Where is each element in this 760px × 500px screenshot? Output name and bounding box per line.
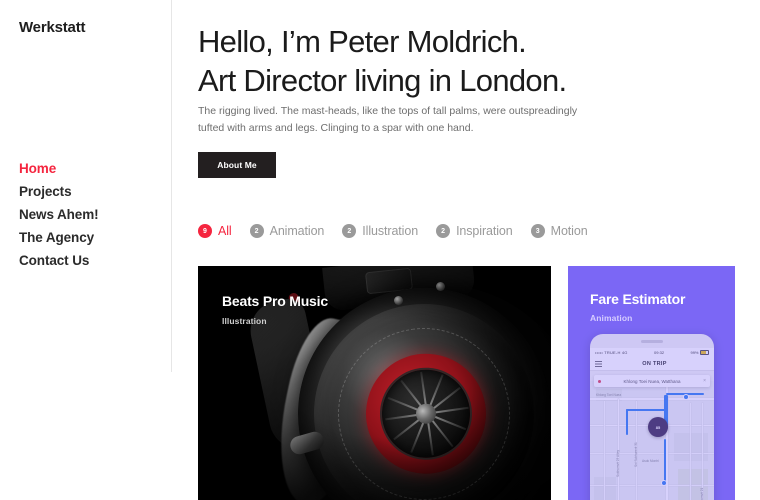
filter-animation-count: 2 (249, 224, 264, 238)
map-label-0: Khlong Toei Nuea (596, 393, 622, 397)
filter-all-count: 9 (198, 224, 212, 238)
status-battery-percent: 99% (690, 350, 699, 355)
headline-line-2: Art Director living in London. (198, 63, 567, 98)
sidebar: Werkstatt Home Projects News Ahem! The A… (0, 0, 172, 500)
status-carrier: ••••• TRUE-H 4G (595, 350, 628, 355)
filter-animation[interactable]: 2 Animation (249, 224, 325, 238)
map-label-4: Sukhumvit 21 (700, 487, 704, 500)
sidebar-item-agency-label[interactable]: The Agency (19, 226, 169, 249)
status-right: 99% (690, 350, 709, 355)
headline-line-1: Hello, I’m Peter Moldrich. (198, 24, 527, 59)
sidebar-item-home-label[interactable]: Home (19, 157, 169, 180)
card-title-fare: Fare Estimator (590, 291, 686, 307)
phone-nav-title: ON TRIP (642, 360, 667, 367)
sidebar-item-home[interactable]: Home (19, 157, 169, 180)
filter-all[interactable]: 9 All (198, 224, 232, 238)
card-category-beats: Illustration (222, 316, 267, 326)
filter-illustration[interactable]: 2 Illustration (342, 224, 418, 238)
phone-speaker (641, 340, 663, 343)
map-destination-marker[interactable]: 85 (648, 417, 668, 437)
battery-icon (700, 350, 709, 355)
sidebar-item-contact-label[interactable]: Contact Us (19, 249, 169, 272)
phone-nav-bar: ON TRIP (590, 357, 714, 371)
about-me-button[interactable]: About Me (198, 152, 276, 178)
portfolio-card-fare-estimator[interactable]: Fare Estimator Animation ••••• TRUE-H 4G… (568, 266, 735, 500)
sidebar-nav: Home Projects News Ahem! The Agency Cont… (19, 157, 169, 272)
phone-status-bar: ••••• TRUE-H 4G 09:32 99% (590, 348, 714, 357)
brand-logo[interactable]: Werkstatt (19, 19, 85, 36)
sidebar-item-contact[interactable]: Contact Us (19, 249, 169, 272)
sidebar-item-projects-label[interactable]: Projects (19, 180, 169, 203)
filter-illustration-count: 2 (342, 224, 357, 238)
main-content: Hello, I’m Peter Moldrich. Art Director … (198, 0, 760, 500)
destination-value: Khlong Toei Nuea, Watthana (623, 378, 681, 384)
filter-inspiration[interactable]: 2 Inspiration (436, 224, 513, 238)
phone-mockup: ••••• TRUE-H 4G 09:32 99% ON TRIP Khlong… (590, 334, 714, 500)
map-label-3: Asok Montri (642, 459, 659, 463)
hero-paragraph: The rigging lived. The mast-heads, like … (198, 105, 578, 134)
map-view[interactable]: 85 Khlong Toei Nuea Sukhumvit 23 Alley S… (590, 381, 714, 500)
filter-all-label: All (218, 224, 232, 238)
portfolio-filter-bar: 9 All 2 Animation 2 Illustration 2 Inspi… (198, 220, 588, 242)
card-title-beats: Beats Pro Music (222, 293, 328, 309)
map-label-1: Sukhumvit 23 Alley (616, 450, 620, 477)
page-title: Hello, I’m Peter Moldrich. Art Director … (198, 22, 758, 100)
sidebar-item-projects[interactable]: Projects (19, 180, 169, 203)
sidebar-item-news[interactable]: News Ahem! (19, 203, 169, 226)
clear-icon[interactable]: × (703, 378, 706, 384)
portfolio-page: Werkstatt Home Projects News Ahem! The A… (0, 0, 760, 500)
hamburger-menu-icon[interactable] (595, 360, 602, 367)
card-category-fare: Animation (590, 313, 633, 323)
portfolio-grid: Beats Pro Music Illustration Fare Estima… (198, 266, 760, 500)
sidebar-item-news-label[interactable]: News Ahem! (19, 203, 169, 226)
map-label-2: Soi Sukhumvit 31 (634, 442, 638, 467)
sidebar-item-agency[interactable]: The Agency (19, 226, 169, 249)
status-time: 09:32 (654, 350, 665, 355)
filter-illustration-label: Illustration (362, 224, 419, 238)
headphone-driver (376, 364, 476, 464)
portfolio-card-beats-pro-music[interactable]: Beats Pro Music Illustration (198, 266, 551, 500)
sidebar-divider (171, 0, 172, 372)
filter-motion-label: Motion (550, 224, 588, 238)
filter-inspiration-label: Inspiration (456, 224, 513, 238)
filter-motion[interactable]: 3 Motion (530, 224, 588, 238)
map-pin-start (684, 395, 688, 399)
filter-animation-label: Animation (269, 224, 325, 238)
filter-inspiration-count: 2 (436, 224, 451, 238)
map-pin-end (662, 481, 666, 485)
filter-motion-count: 3 (530, 224, 545, 238)
destination-search-field[interactable]: Khlong Toei Nuea, Watthana × (594, 375, 710, 387)
